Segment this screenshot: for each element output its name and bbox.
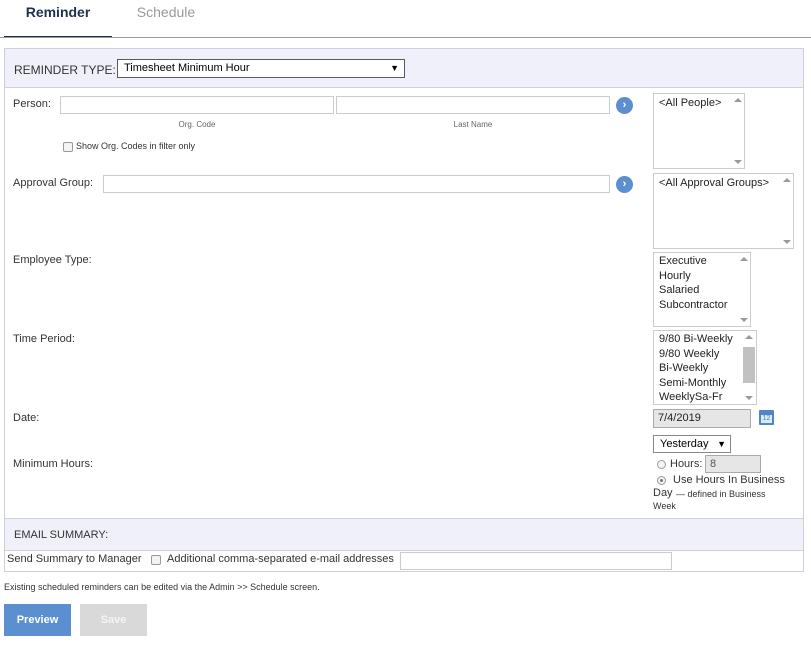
tab-schedule[interactable]: Schedule xyxy=(112,0,220,38)
last-name-input[interactable] xyxy=(336,96,610,114)
additional-emails-input[interactable] xyxy=(400,552,672,570)
approval-group-label: Approval Group: xyxy=(13,177,94,189)
list-item[interactable]: Salaried xyxy=(654,283,750,298)
list-item[interactable]: Semi-Monthly xyxy=(654,376,756,391)
use-business-day-radio[interactable] xyxy=(657,476,666,485)
use-business-day-note-week: Week xyxy=(653,501,676,511)
list-item[interactable]: 9/80 Bi-Weekly xyxy=(654,332,756,347)
additional-emails-label: Additional comma-separated e-mail addres… xyxy=(167,553,394,565)
footer-note: Existing scheduled reminders can be edit… xyxy=(4,582,320,592)
list-item[interactable]: <All People> xyxy=(654,94,744,111)
approval-group-input[interactable] xyxy=(103,175,610,193)
scrollbar[interactable] xyxy=(738,253,750,326)
scrollbar[interactable] xyxy=(742,331,756,404)
approval-group-listbox[interactable]: <All Approval Groups> xyxy=(653,173,794,249)
list-item[interactable]: Bi-Weekly xyxy=(654,361,756,376)
list-item[interactable]: <All Approval Groups> xyxy=(654,174,793,191)
scrollbar[interactable] xyxy=(732,94,744,168)
scrollbar[interactable] xyxy=(781,174,793,248)
tab-divider xyxy=(0,37,811,38)
date-label: Date: xyxy=(13,412,40,424)
reminder-type-select[interactable]: Timesheet Minimum Hour ▼ xyxy=(117,59,405,78)
save-button[interactable]: Save xyxy=(80,604,147,636)
date-input[interactable]: 7/4/2019 xyxy=(653,409,751,428)
approval-group-go-arrow-icon[interactable]: › xyxy=(616,176,633,193)
minimum-hours-label: Minimum Hours: xyxy=(13,458,94,470)
hours-input[interactable]: 8 xyxy=(705,455,761,473)
reminder-type-label: REMINDER TYPE: xyxy=(14,63,116,77)
list-item[interactable]: Hourly xyxy=(654,269,750,284)
employee-type-label: Employee Type: xyxy=(13,254,92,266)
person-go-arrow-icon[interactable]: › xyxy=(616,97,633,114)
time-period-listbox[interactable]: 9/80 Bi-Weekly 9/80 Weekly Bi-Weekly Sem… xyxy=(653,330,757,405)
org-code-caption: Org. Code xyxy=(178,120,216,129)
show-org-codes-checkbox[interactable] xyxy=(63,142,73,152)
person-label: Person: xyxy=(13,98,51,110)
list-item[interactable]: Subcontractor xyxy=(654,298,750,313)
use-business-day-note: — defined in Business xyxy=(676,489,766,499)
email-summary-label: EMAIL SUMMARY: xyxy=(14,529,109,541)
reminder-type-value: Timesheet Minimum Hour xyxy=(124,62,250,74)
list-item[interactable]: WeeklySa-Fr xyxy=(654,390,756,404)
reminder-form-panel: REMINDER TYPE: Timesheet Minimum Hour ▼ … xyxy=(4,48,804,572)
list-item[interactable]: Executive xyxy=(654,254,750,269)
list-item[interactable]: 9/80 Weekly xyxy=(654,347,756,362)
use-business-day-label-day: Day xyxy=(653,487,673,499)
reminder-type-band: REMINDER TYPE: Timesheet Minimum Hour ▼ xyxy=(5,49,803,88)
preview-button[interactable]: Preview xyxy=(4,604,71,636)
last-name-caption: Last Name xyxy=(453,120,493,129)
employee-type-listbox[interactable]: Executive Hourly Salaried Subcontractor xyxy=(653,252,751,327)
person-listbox[interactable]: <All People> xyxy=(653,93,745,169)
chevron-down-icon: ▼ xyxy=(717,439,726,449)
tab-reminder[interactable]: Reminder xyxy=(4,0,112,38)
chevron-down-icon: ▼ xyxy=(390,63,399,73)
email-summary-band: EMAIL SUMMARY: xyxy=(5,518,803,551)
time-period-label: Time Period: xyxy=(13,333,75,345)
show-org-codes-label: Show Org. Codes in filter only xyxy=(76,141,196,151)
calendar-icon[interactable]: 12 xyxy=(759,410,774,425)
send-summary-manager-checkbox[interactable] xyxy=(151,555,161,565)
hours-label: Hours: xyxy=(670,458,703,470)
date-relative-select[interactable]: Yesterday ▼ xyxy=(653,435,731,453)
use-business-day-label: Use Hours In Business xyxy=(673,474,785,486)
send-summary-manager-label: Send Summary to Manager xyxy=(7,553,142,565)
date-relative-value: Yesterday xyxy=(660,438,709,450)
hours-radio[interactable] xyxy=(657,460,666,469)
org-code-input[interactable] xyxy=(60,96,334,114)
